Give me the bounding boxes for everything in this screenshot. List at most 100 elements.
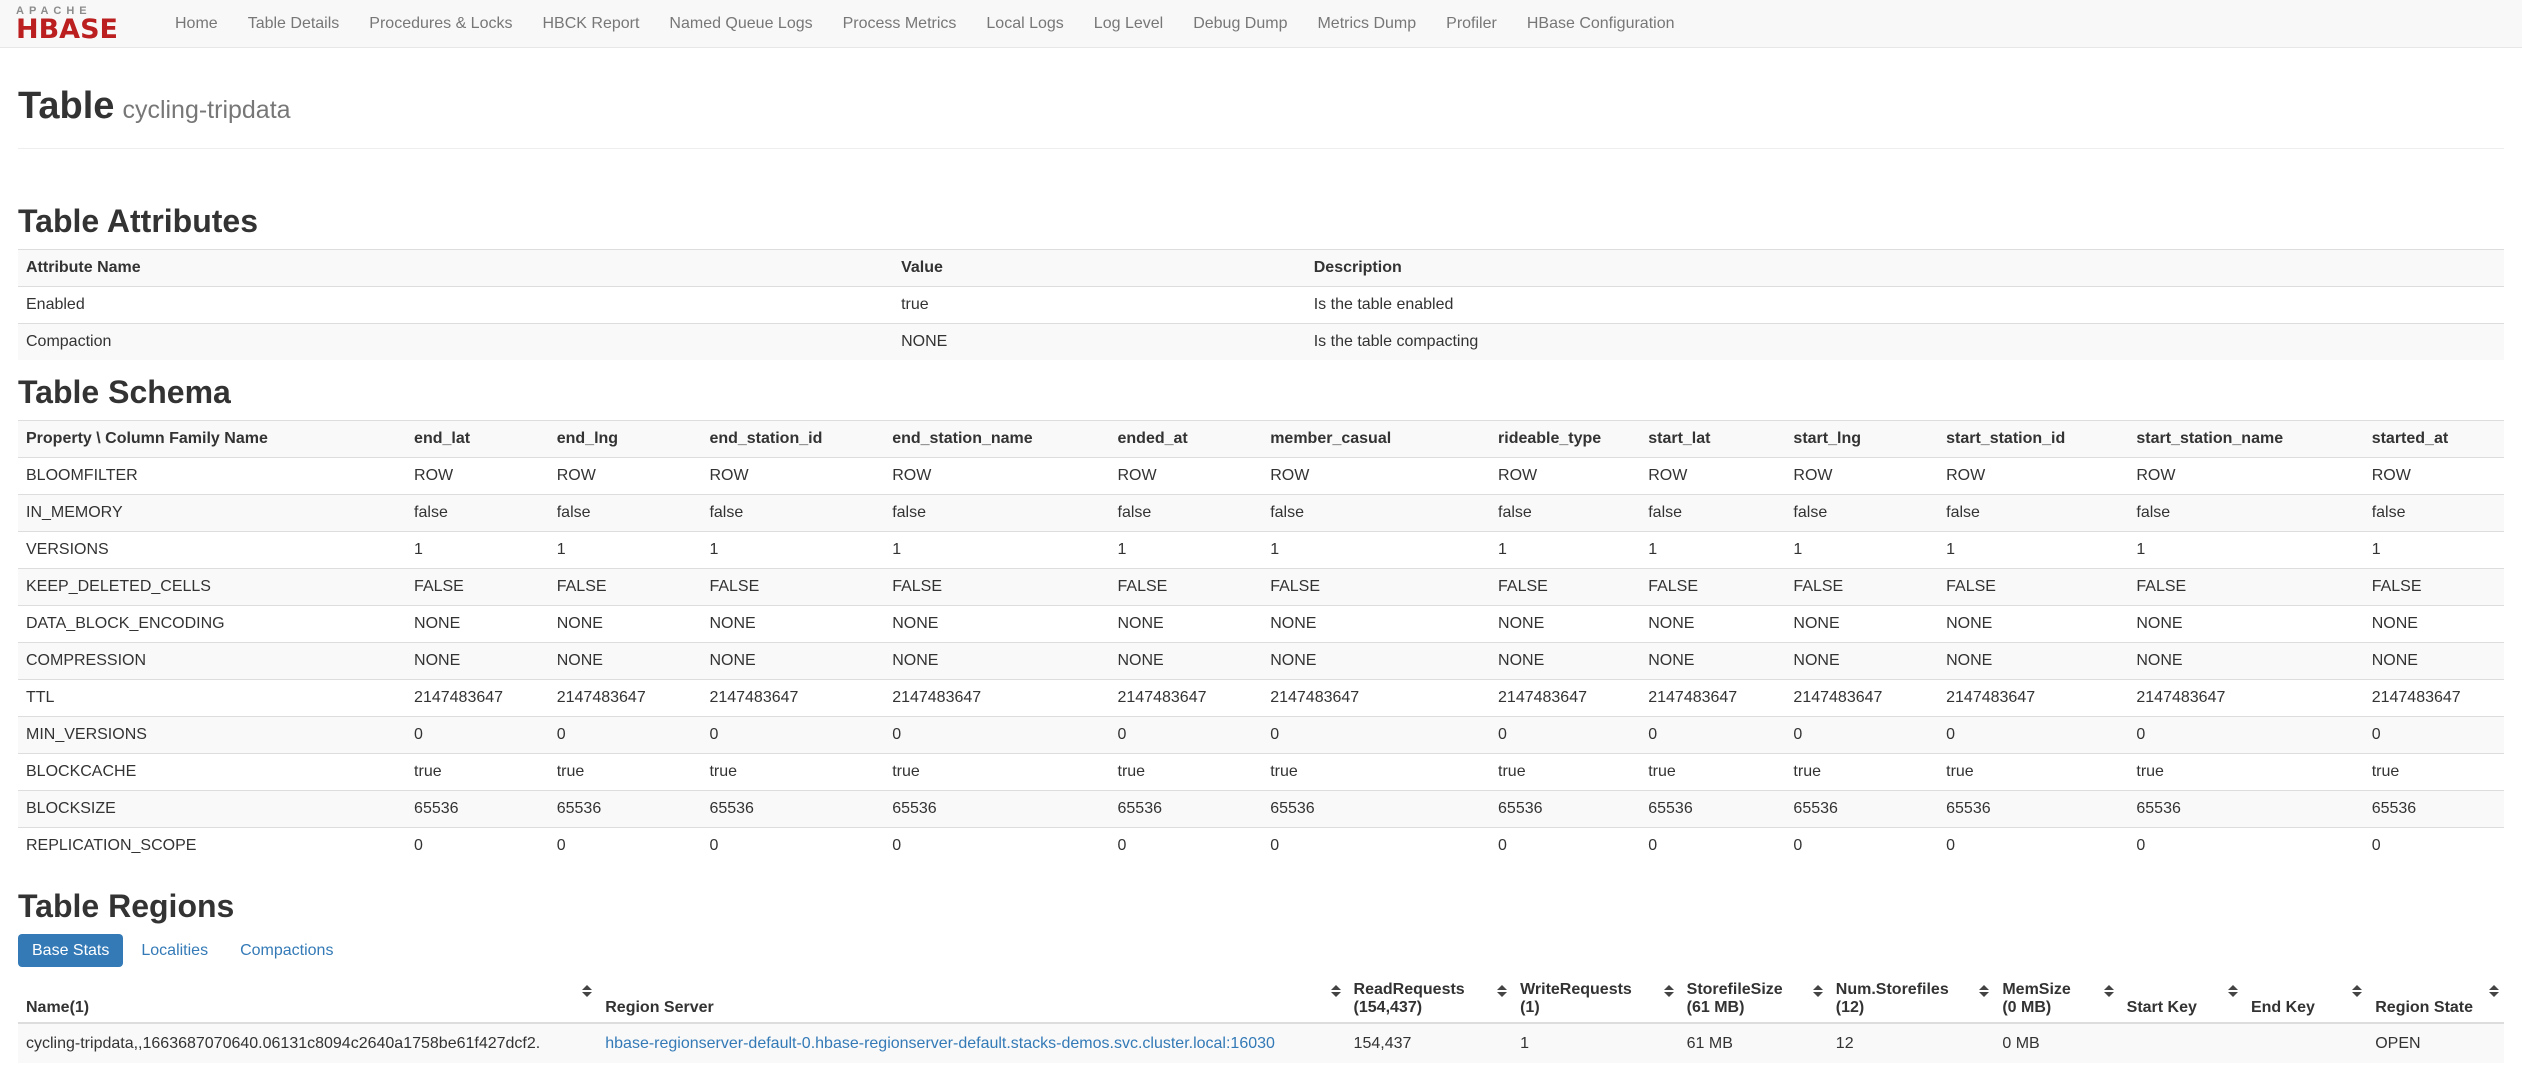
sort-icon — [1813, 985, 1823, 997]
nav-link-metrics-dump[interactable]: Metrics Dump — [1302, 0, 1431, 48]
tab-base-stats[interactable]: Base Stats — [18, 934, 124, 967]
schema-family-end-station-name: end_station_name — [884, 420, 1110, 458]
schema-value-cell: 1 — [884, 531, 1110, 569]
region-cell-start-key — [2118, 1023, 2243, 1063]
schema-value-cell: false — [1490, 494, 1641, 532]
schema-value-cell: true — [884, 753, 1110, 791]
schema-value-cell: NONE — [2128, 642, 2364, 680]
regions-col-start-key[interactable]: Start Key — [2118, 978, 2243, 1024]
nav-item: Local Logs — [971, 0, 1078, 48]
schema-value-cell: 0 — [548, 716, 702, 754]
nav-link-process-metrics[interactable]: Process Metrics — [828, 0, 972, 48]
hbase-logo[interactable]: APACHE HBASE — [16, 5, 144, 45]
regions-col-num-storefiles[interactable]: Num.Storefiles (12) — [1827, 978, 1995, 1024]
nav-item: Named Queue Logs — [654, 0, 827, 48]
schema-family-start-lat: start_lat — [1640, 420, 1786, 458]
attribute-cell: true — [893, 286, 1306, 324]
regions-col-write-requests[interactable]: WriteRequests (1) — [1512, 978, 1679, 1024]
schema-value-cell: false — [2128, 494, 2364, 532]
schema-value-cell: FALSE — [1109, 568, 1263, 606]
schema-value-cell: 65536 — [701, 790, 885, 828]
attributes-table-body: Attribute Name Value Description Enabled tru… — [18, 249, 2504, 360]
nav-link-procedures-locks[interactable]: Procedures & Locks — [354, 0, 527, 48]
nav-link-debug-dump[interactable]: Debug Dump — [1178, 0, 1302, 48]
sort-icon — [1979, 985, 1989, 997]
schema-value-cell: 2147483647 — [1938, 679, 2129, 717]
schema-value-cell: 0 — [1109, 716, 1263, 754]
schema-value-cell: FALSE — [1785, 568, 1939, 606]
regions-col-storefile-size[interactable]: StorefileSize (61 MB) — [1678, 978, 1828, 1024]
schema-value-cell: FALSE — [2128, 568, 2364, 606]
schema-value-cell: true — [1109, 753, 1263, 791]
nav-link-home[interactable]: Home — [160, 0, 233, 48]
schema-value-cell: 0 — [548, 827, 702, 864]
nav-item: Process Metrics — [828, 0, 972, 48]
sort-icon — [1497, 985, 1507, 997]
nav-link-log-level[interactable]: Log Level — [1079, 0, 1178, 48]
schema-value-cell: 1 — [548, 531, 702, 569]
region-cell-name: cycling-tripdata,,1663687070640.06131c80… — [18, 1023, 598, 1063]
schema-value-cell: NONE — [2363, 605, 2504, 643]
nav-link-table-details[interactable]: Table Details — [233, 0, 355, 48]
schema-value-cell: true — [2363, 753, 2504, 791]
schema-value-cell: 0 — [1785, 827, 1939, 864]
schema-value-cell: FALSE — [406, 568, 549, 606]
schema-value-cell: 0 — [2363, 827, 2504, 864]
schema-value-cell: false — [1262, 494, 1491, 532]
schema-value-cell: 1 — [1640, 531, 1786, 569]
regions-col-region-state[interactable]: Region State — [2367, 978, 2504, 1024]
nav-link-hbck-report[interactable]: HBCK Report — [527, 0, 654, 48]
schema-value-cell: 0 — [884, 827, 1110, 864]
schema-value-cell: FALSE — [884, 568, 1110, 606]
navbar-menu: Home Table Details Procedures & Locks HBCK … — [160, 0, 1689, 48]
schema-corner-header: Property \ Column Family Name — [18, 420, 407, 458]
nav-link-local-logs[interactable]: Local Logs — [971, 0, 1078, 48]
nav-link-profiler[interactable]: Profiler — [1431, 0, 1512, 48]
sort-icon — [582, 985, 592, 997]
schema-row-ttl: TTL 2147483647 2147483647 2147483647 2147483… — [18, 679, 2504, 717]
regions-col-end-key[interactable]: End Key — [2242, 978, 2368, 1024]
schema-value-cell: false — [1785, 494, 1939, 532]
nav-item: HBase Configuration — [1512, 0, 1690, 48]
sort-icon — [2228, 985, 2238, 997]
nav-link-hbase-configuration[interactable]: HBase Configuration — [1512, 0, 1690, 48]
region-server-link[interactable]: hbase-regionserver-default-0.hbase-regio… — [605, 1035, 1275, 1052]
schema-family-end-lng: end_lng — [548, 420, 702, 458]
schema-value-cell: 65536 — [1262, 790, 1491, 828]
schema-value-cell: true — [1262, 753, 1491, 791]
regions-col-name[interactable]: Name(1) — [18, 978, 598, 1024]
regions-col-region-server[interactable]: Region Server — [597, 978, 1346, 1024]
schema-value-cell: false — [2363, 494, 2504, 532]
regions-col-label: StorefileSize — [1686, 981, 1783, 998]
schema-value-cell: false — [406, 494, 549, 532]
schema-family-start-station-id: start_station_id — [1938, 420, 2129, 458]
regions-col-mem-size[interactable]: MemSize (0 MB) — [1994, 978, 2119, 1024]
regions-col-label: Region State — [2375, 999, 2474, 1016]
schema-value-cell: true — [406, 753, 549, 791]
page-header: Table cycling-tripdata — [18, 84, 2504, 149]
schema-value-cell: 2147483647 — [1109, 679, 1263, 717]
schema-table: Property \ Column Family Name end_lat end_… — [18, 420, 2504, 864]
sort-icon — [2489, 985, 2499, 997]
schema-value-cell: 2147483647 — [701, 679, 885, 717]
attribute-row: Compaction NONE Is the table compacting — [18, 323, 2504, 360]
schema-family-ended-at: ended_at — [1109, 420, 1263, 458]
schema-value-cell: NONE — [701, 642, 885, 680]
regions-col-label: ReadRequests — [1353, 981, 1465, 998]
schema-value-cell: 0 — [701, 716, 885, 754]
nav-item: Home — [160, 0, 233, 48]
schema-value-cell: ROW — [701, 457, 885, 495]
hbase-logo-text: HBASE — [16, 14, 118, 45]
schema-property-name: DATA_BLOCK_ENCODING — [18, 605, 407, 643]
schema-family-started-at: started_at — [2363, 420, 2504, 458]
schema-value-cell: false — [1109, 494, 1263, 532]
schema-row-versions: VERSIONS 1 1 1 1 1 1 1 1 1 1 1 1 — [18, 531, 2504, 569]
schema-value-cell: ROW — [1109, 457, 1263, 495]
region-cell-storefile-size: 61 MB — [1678, 1023, 1828, 1063]
sort-icon — [2104, 985, 2114, 997]
nav-link-named-queue-logs[interactable]: Named Queue Logs — [654, 0, 827, 48]
schema-value-cell: NONE — [2363, 642, 2504, 680]
tab-localities[interactable]: Localities — [127, 934, 222, 967]
tab-compactions[interactable]: Compactions — [226, 934, 347, 967]
regions-col-read-requests[interactable]: ReadRequests (154,437) — [1345, 978, 1513, 1024]
